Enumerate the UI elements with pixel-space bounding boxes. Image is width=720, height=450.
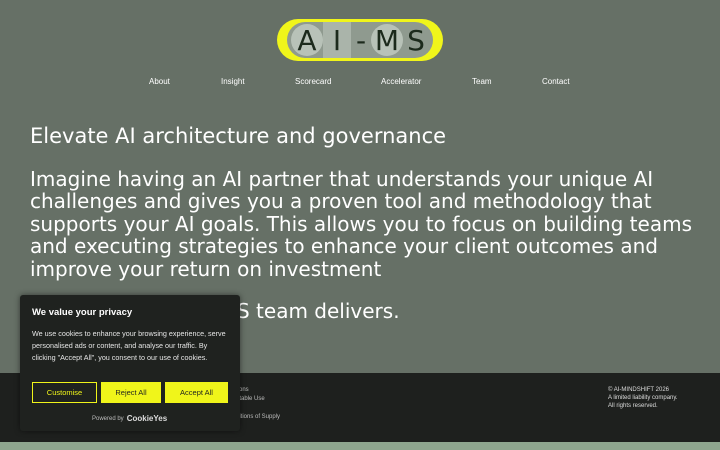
- accept-all-button[interactable]: Accept All: [165, 382, 228, 403]
- copyright-line-2: A limited liability company.: [608, 395, 678, 401]
- footer-copyright: © AI-MINDSHIFT 2026 A limited liability …: [608, 386, 678, 410]
- footer-links: tions ptable Use ditions of Supply: [236, 386, 280, 422]
- copyright-line-1: © AI-MINDSHIFT 2026: [608, 387, 669, 393]
- nav-insight[interactable]: Insight: [221, 77, 245, 86]
- logo-char-m: M: [371, 24, 403, 57]
- logo[interactable]: A I - M S: [277, 19, 443, 61]
- cookie-title: We value your privacy: [32, 307, 133, 318]
- nav-about[interactable]: About: [149, 77, 170, 86]
- logo-char-i: I: [323, 22, 351, 58]
- customise-button[interactable]: Customise: [32, 382, 97, 403]
- nav-contact[interactable]: Contact: [542, 77, 570, 86]
- nav-scorecard[interactable]: Scorecard: [295, 77, 331, 86]
- cookieyes-logo: CookieYes: [126, 414, 168, 423]
- nav-team[interactable]: Team: [472, 77, 492, 86]
- footer-bottom-strip: [0, 442, 720, 450]
- hero-heading: Elevate AI architecture and governance: [30, 124, 447, 148]
- cookie-banner: We value your privacy We use cookies to …: [20, 295, 240, 431]
- copyright-line-3: All rights reserved.: [608, 403, 658, 409]
- logo-char-s: S: [407, 23, 425, 57]
- footer-link-acceptable-use[interactable]: ptable Use: [236, 395, 280, 404]
- reject-all-button[interactable]: Reject All: [101, 382, 161, 403]
- cookie-buttons: Customise Reject All Accept All: [32, 382, 228, 403]
- powered-by[interactable]: Powered by CookieYes: [92, 414, 167, 423]
- logo-char-dash: -: [355, 23, 367, 57]
- cookie-text: We use cookies to enhance your browsing …: [32, 329, 226, 362]
- logo-char-a: A: [291, 24, 323, 57]
- nav-accelerator[interactable]: Accelerator: [381, 77, 421, 86]
- team-delivers-visible: S team delivers.: [237, 299, 400, 323]
- footer-link-conditions[interactable]: ditions of Supply: [236, 413, 280, 422]
- hero-paragraph: Imagine having an AI partner that unders…: [30, 167, 692, 281]
- logo-inner: A I - M S: [287, 22, 433, 58]
- footer-link-terms[interactable]: tions: [236, 386, 280, 395]
- powered-by-label: Powered by: [92, 415, 124, 422]
